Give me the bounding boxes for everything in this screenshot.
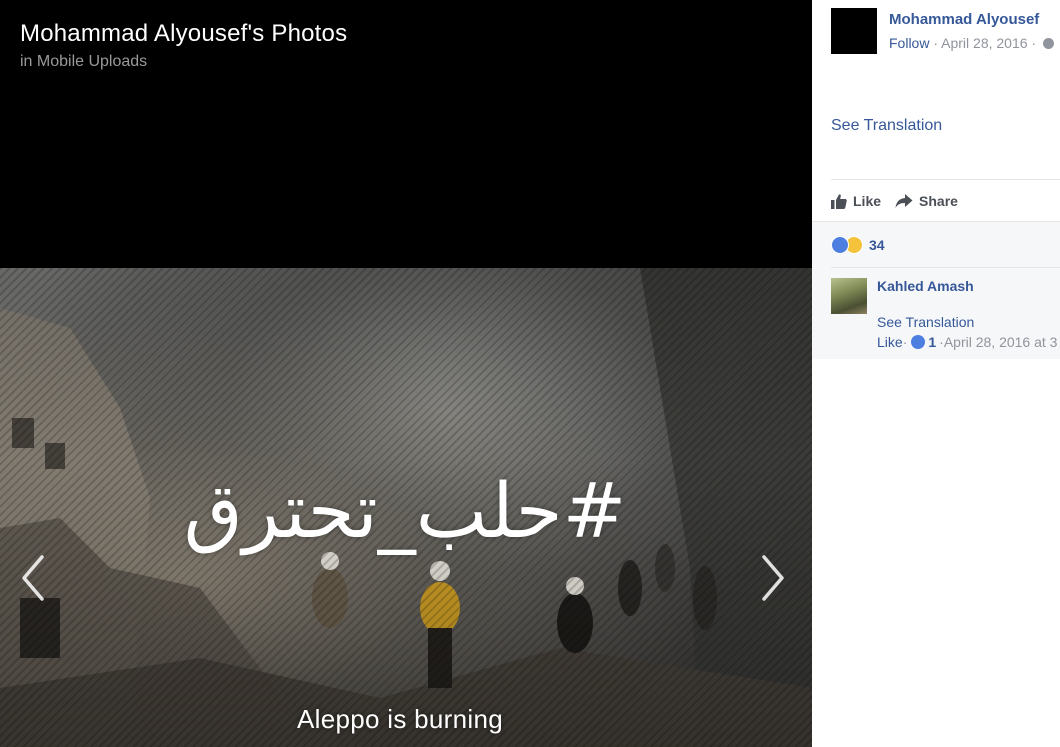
comment-see-translation-link[interactable]: See Translation xyxy=(877,314,974,330)
share-button[interactable]: Share xyxy=(895,193,958,209)
comment-like-link[interactable]: Like xyxy=(877,334,903,350)
album-title[interactable]: Mohammad Alyousef's Photos xyxy=(20,20,347,48)
share-button-label: Share xyxy=(919,193,958,209)
post-sidebar: Mohammad Alyousef Follow · April 28, 201… xyxy=(812,0,1060,747)
see-translation-link[interactable]: See Translation xyxy=(831,117,942,135)
comment-meta: Like · 1 · April 28, 2016 at 3 xyxy=(877,334,1057,350)
author-name[interactable]: Mohammad Alyousef xyxy=(889,11,1039,28)
next-photo-button[interactable] xyxy=(758,553,788,603)
reaction-count: 34 xyxy=(869,237,885,253)
like-button[interactable]: Like xyxy=(831,193,881,209)
photo-viewer: Mohammad Alyousef's Photos in Mobile Upl… xyxy=(0,0,812,747)
commenter-avatar[interactable] xyxy=(831,278,867,314)
author-avatar[interactable] xyxy=(831,8,877,54)
globe-icon[interactable] xyxy=(1043,38,1054,49)
divider xyxy=(831,267,1060,268)
post-date[interactable]: April 28, 2016 xyxy=(941,35,1027,51)
post-action-bar: Like Share xyxy=(831,190,972,212)
like-reaction-icon xyxy=(831,236,849,254)
thumbs-up-icon xyxy=(831,194,847,209)
commenter-name[interactable]: Kahled Amash xyxy=(877,278,974,294)
meta-separator: · xyxy=(902,334,908,350)
comments-section: 34 Kahled Amash See Translation Like · 1… xyxy=(812,221,1060,359)
chevron-left-icon xyxy=(22,555,44,601)
photo-caption-text: Aleppo is burning xyxy=(296,704,504,734)
photo-hashtag-text: #حلب_تحترق xyxy=(183,466,627,555)
photo[interactable]: #حلب_تحترق Aleppo is burning xyxy=(0,268,812,747)
album-subtitle[interactable]: in Mobile Uploads xyxy=(20,53,147,71)
comment-timestamp[interactable]: April 28, 2016 at 3 xyxy=(944,334,1058,350)
like-button-label: Like xyxy=(853,193,882,209)
previous-photo-button[interactable] xyxy=(18,553,48,603)
meta-separator-2: · xyxy=(1027,35,1040,51)
like-reaction-icon xyxy=(911,335,926,349)
divider xyxy=(831,179,1060,180)
meta-separator: · xyxy=(929,35,942,51)
reactions-summary[interactable]: 34 xyxy=(831,236,885,254)
follow-link[interactable]: Follow xyxy=(889,35,929,51)
share-arrow-icon xyxy=(895,194,913,208)
post-meta: Follow · April 28, 2016 · xyxy=(889,35,1054,51)
chevron-right-icon xyxy=(762,555,784,601)
comment-like-count[interactable]: 1 xyxy=(928,334,936,350)
